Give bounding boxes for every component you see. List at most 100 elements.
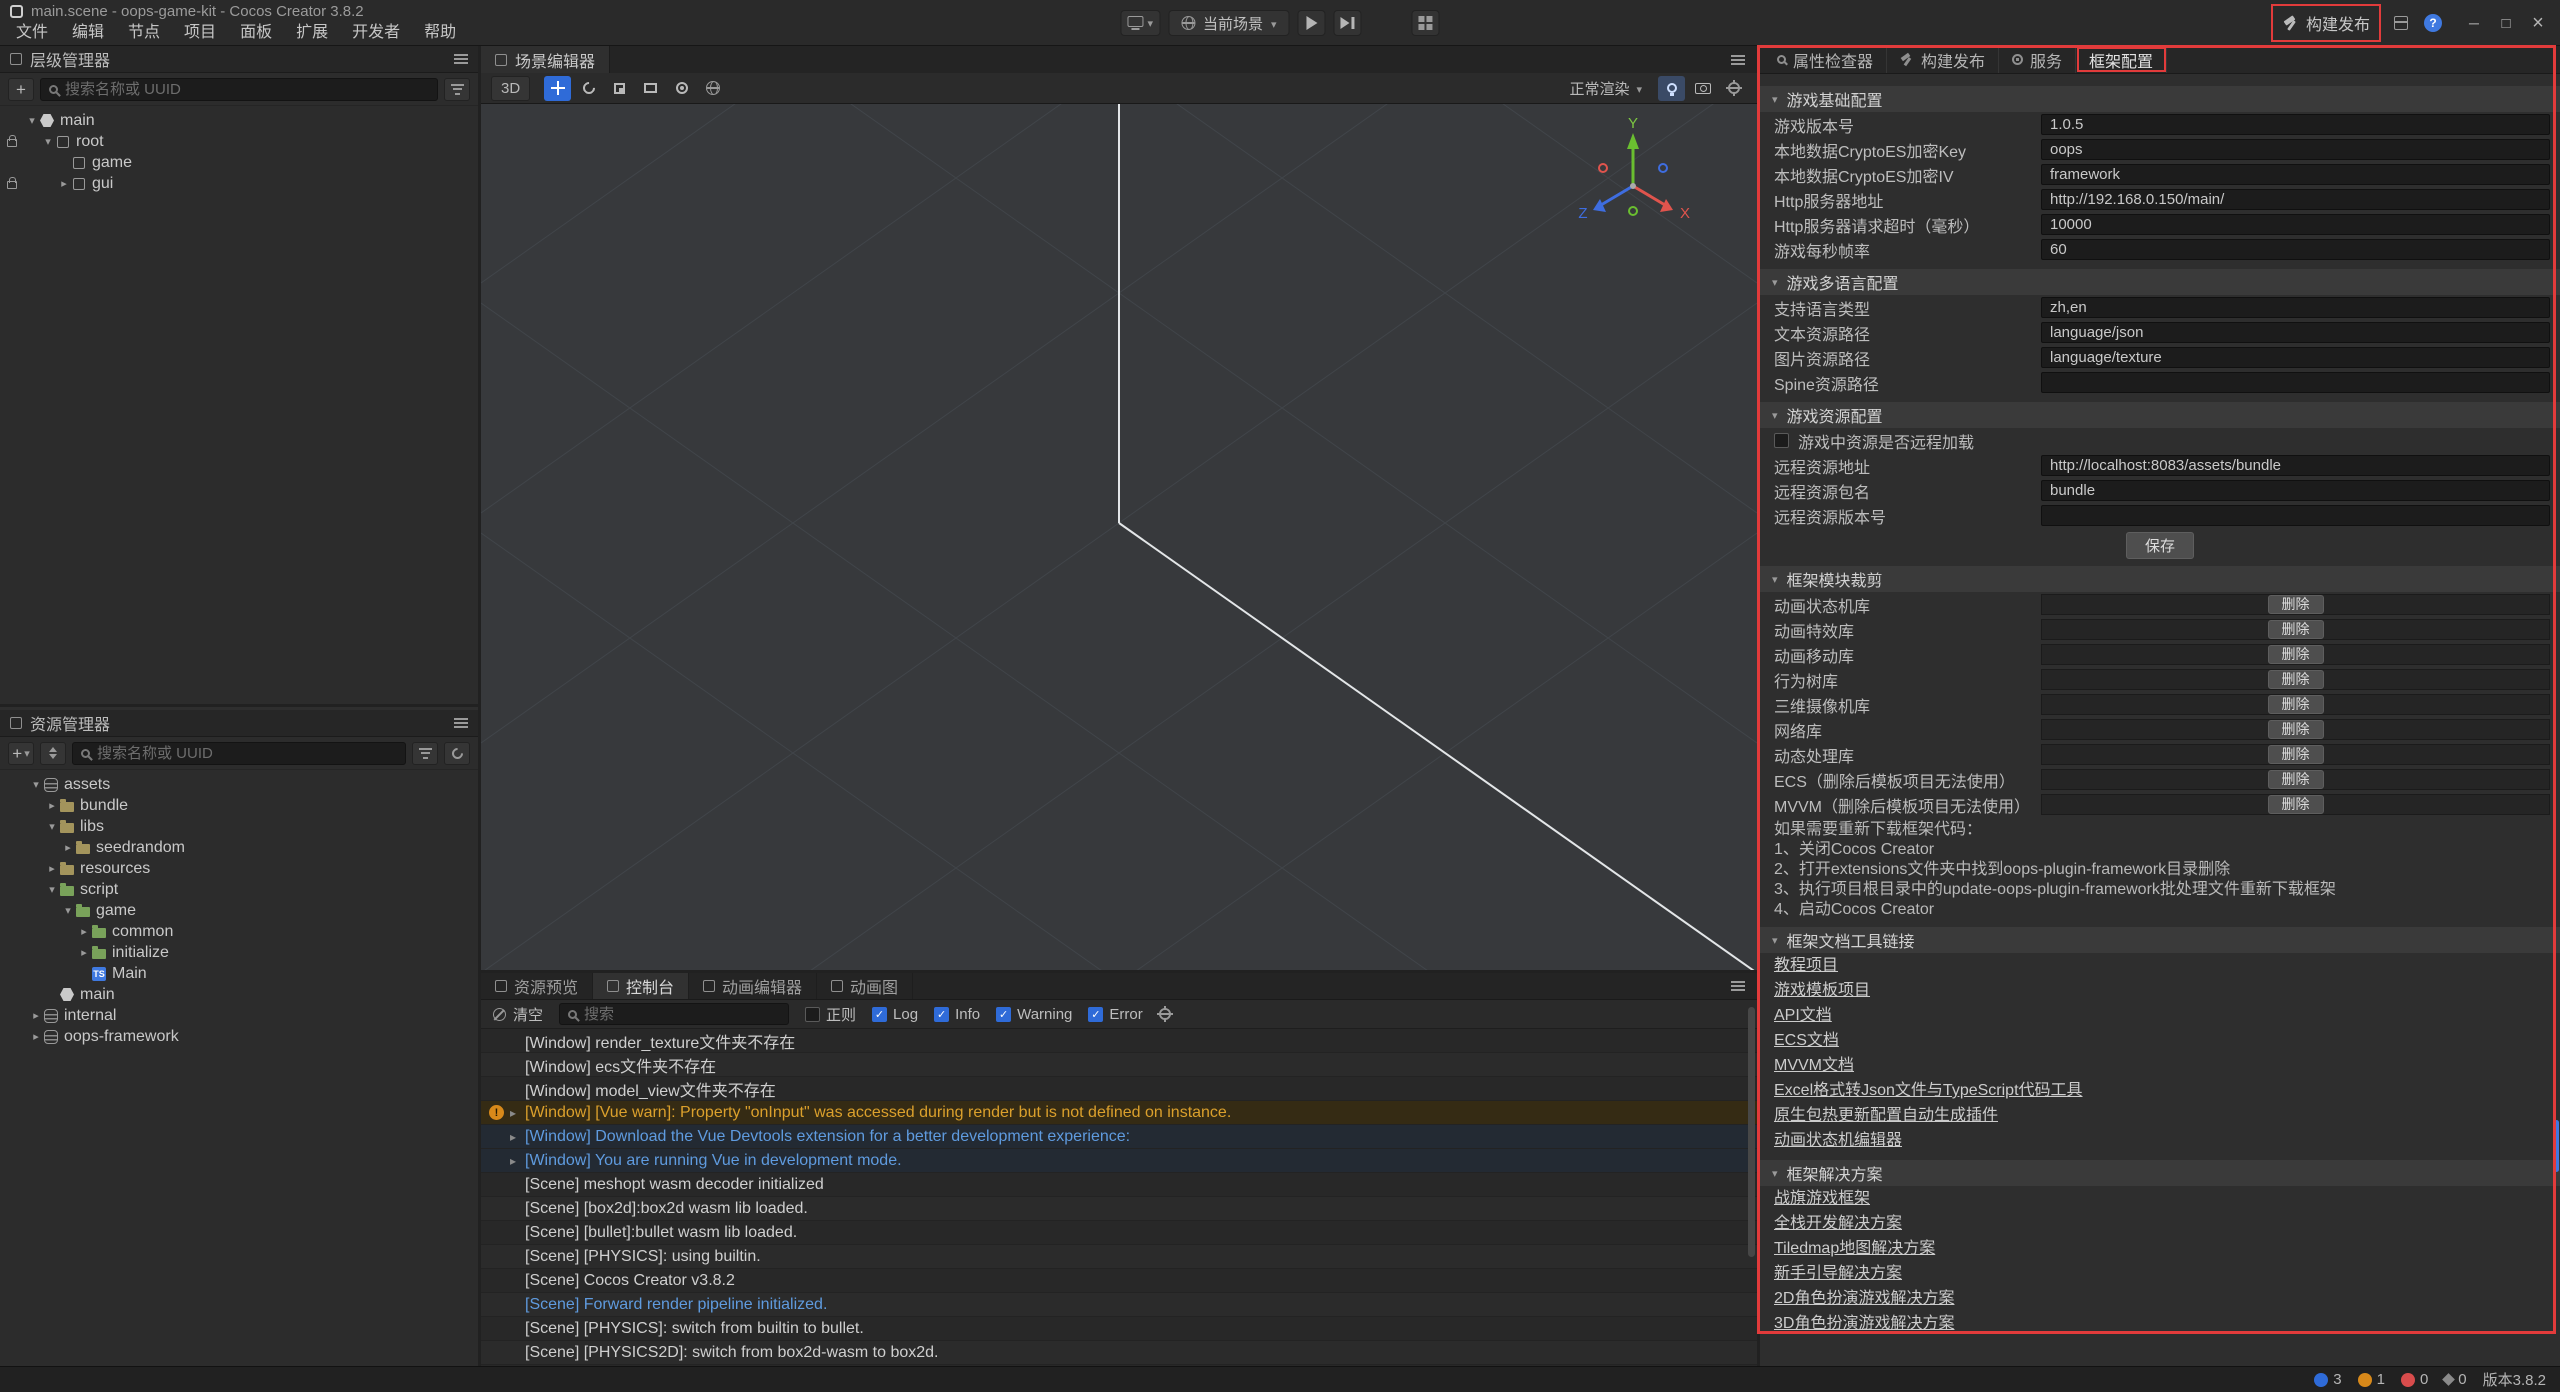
menu-item[interactable]: 编辑 [60,16,116,44]
log-row[interactable]: [Window] render_texture文件夹不存在 [481,1029,1757,1053]
build-publish-button[interactable]: 构建发布 [2274,7,2378,39]
console-search-input[interactable] [584,1006,780,1023]
delete-module-button[interactable]: 删除 [2268,695,2324,714]
tree-expand-arrow-icon[interactable] [60,841,76,854]
scene-light-toggle[interactable] [1658,76,1685,101]
rotate-tool-button[interactable] [575,76,602,101]
section-header-res[interactable]: 游戏资源配置 [1760,402,2560,428]
tree-expand-arrow-icon[interactable] [28,778,44,791]
delete-module-button[interactable]: 删除 [2268,620,2324,639]
text-input[interactable]: 10000 [2041,214,2550,235]
regex-filter[interactable]: 正则 [805,1004,856,1025]
log-row[interactable]: [Scene] Cocos Creator v3.8.2 [481,1269,1757,1293]
text-input[interactable]: 1.0.5 [2041,114,2550,135]
move-tool-button[interactable] [544,76,571,101]
help-icon[interactable] [2424,14,2442,32]
expand-chevron-icon[interactable] [510,1106,525,1120]
assets-tree-row[interactable]: main [0,984,478,1005]
console-tab[interactable]: 动画编辑器 [689,973,817,999]
console-tab[interactable]: 动画图 [817,973,913,999]
menu-item[interactable]: 节点 [116,16,172,44]
assets-tree-row[interactable]: resources [0,858,478,879]
log-row[interactable]: [Window] ecs文件夹不存在 [481,1053,1757,1077]
warning-count[interactable]: 1 [2358,1371,2385,1388]
text-input[interactable]: framework [2041,164,2550,185]
panel-menu-icon[interactable] [1731,981,1745,991]
text-input[interactable]: zh,en [2041,297,2550,318]
log-level-filter[interactable]: Info [934,1006,980,1023]
solution-link[interactable]: 新手引导解决方案 [1760,1261,1916,1286]
section-header-docs[interactable]: 框架文档工具链接 [1760,927,2560,953]
hierarchy-tree-row[interactable]: root [0,131,478,152]
assets-refresh-button[interactable] [444,742,470,765]
log-row[interactable]: [Window] model_view文件夹不存在 [481,1077,1757,1101]
menu-item[interactable]: 开发者 [340,16,412,44]
inspector-tab[interactable]: 构建发布 [1887,46,1999,73]
hierarchy-tree-row[interactable]: game [0,152,478,173]
delete-module-button[interactable]: 删除 [2268,720,2324,739]
assets-search-input[interactable] [97,745,397,762]
checkbox-icon[interactable] [1088,1007,1103,1022]
extension-package-icon[interactable] [2394,16,2408,30]
scale-tool-button[interactable] [606,76,633,101]
checkbox-icon[interactable] [934,1007,949,1022]
coordinate-space-button[interactable] [699,76,726,101]
tree-expand-arrow-icon[interactable] [40,135,56,148]
log-level-filter[interactable]: Warning [996,1006,1072,1023]
text-input[interactable] [2041,505,2550,526]
inspector-scrollbar[interactable] [2554,1120,2559,1172]
doc-link[interactable]: 游戏模板项目 [1760,978,1884,1003]
scene-camera-button[interactable] [1689,76,1716,101]
doc-link[interactable]: ECS文档 [1760,1028,1853,1053]
menu-item[interactable]: 扩展 [284,16,340,44]
expand-chevron-icon[interactable] [510,1130,525,1144]
tree-expand-arrow-icon[interactable] [28,1030,44,1043]
tree-expand-arrow-icon[interactable] [76,925,92,938]
rect-tool-button[interactable] [637,76,664,101]
tree-expand-arrow-icon[interactable] [44,862,60,875]
regex-checkbox[interactable] [805,1007,820,1022]
log-row[interactable]: [Window] Download the Vue Devtools exten… [481,1125,1757,1149]
solution-link[interactable]: 战旗游戏框架 [1760,1186,1884,1211]
text-input[interactable]: language/texture [2041,347,2550,368]
log-count[interactable]: 3 [2314,1371,2341,1388]
render-mode-select[interactable]: 正常渲染 [1569,78,1642,99]
notification-count[interactable]: 0 [2444,1371,2466,1388]
console-tab[interactable]: 控制台 [593,973,689,999]
inspector-tab[interactable]: 服务 [1999,46,2076,73]
log-row[interactable]: [Scene] [bullet]:bullet wasm lib loaded. [481,1221,1757,1245]
doc-link[interactable]: 原生包热更新配置自动生成插件 [1760,1103,2012,1128]
text-input[interactable]: http://192.168.0.150/main/ [2041,189,2550,210]
delete-module-button[interactable]: 删除 [2268,770,2324,789]
expand-chevron-icon[interactable] [510,1154,525,1168]
panel-menu-icon[interactable] [454,718,468,728]
lock-icon[interactable] [7,181,17,189]
hierarchy-tree-row[interactable]: main [0,110,478,131]
doc-link[interactable]: 教程项目 [1760,953,1852,978]
menu-item[interactable]: 文件 [4,16,60,44]
inspector-tab[interactable]: 属性检查器 [1764,46,1887,73]
preview-scene-select[interactable]: 当前场景 [1168,10,1290,36]
text-input[interactable] [2041,372,2550,393]
log-row[interactable]: [Scene] Forward render pipeline initiali… [481,1293,1757,1317]
mode-3d-button[interactable]: 3D [491,76,530,101]
text-input[interactable]: oops [2041,139,2550,160]
assets-tree-row[interactable]: game [0,900,478,921]
solution-link[interactable]: 3D角色扮演游戏解决方案 [1760,1311,1968,1336]
section-header-base[interactable]: 游戏基础配置 [1760,86,2560,112]
log-row[interactable]: [Scene] [PHYSICS2D]: switch from box2d-w… [481,1341,1757,1365]
minimize-button[interactable] [2458,8,2490,38]
scene-editor-tab[interactable]: 场景编辑器 [481,46,610,73]
hierarchy-filter-button[interactable] [444,78,470,101]
scene-settings-button[interactable] [1720,76,1747,101]
assets-filter-button[interactable] [412,742,438,765]
log-row[interactable]: [Scene] [box2d]:box2d wasm lib loaded. [481,1197,1757,1221]
menu-item[interactable]: 项目 [172,16,228,44]
error-count[interactable]: 0 [2401,1371,2428,1388]
tree-expand-arrow-icon[interactable] [44,883,60,896]
assets-tree-row[interactable]: oops-framework [0,1026,478,1047]
text-input[interactable]: 60 [2041,239,2550,260]
log-row[interactable]: [Window] [Vue warn]: Property "onInput" … [481,1101,1757,1125]
section-header-modules[interactable]: 框架模块裁剪 [1760,566,2560,592]
assets-tree-row[interactable]: bundle [0,795,478,816]
